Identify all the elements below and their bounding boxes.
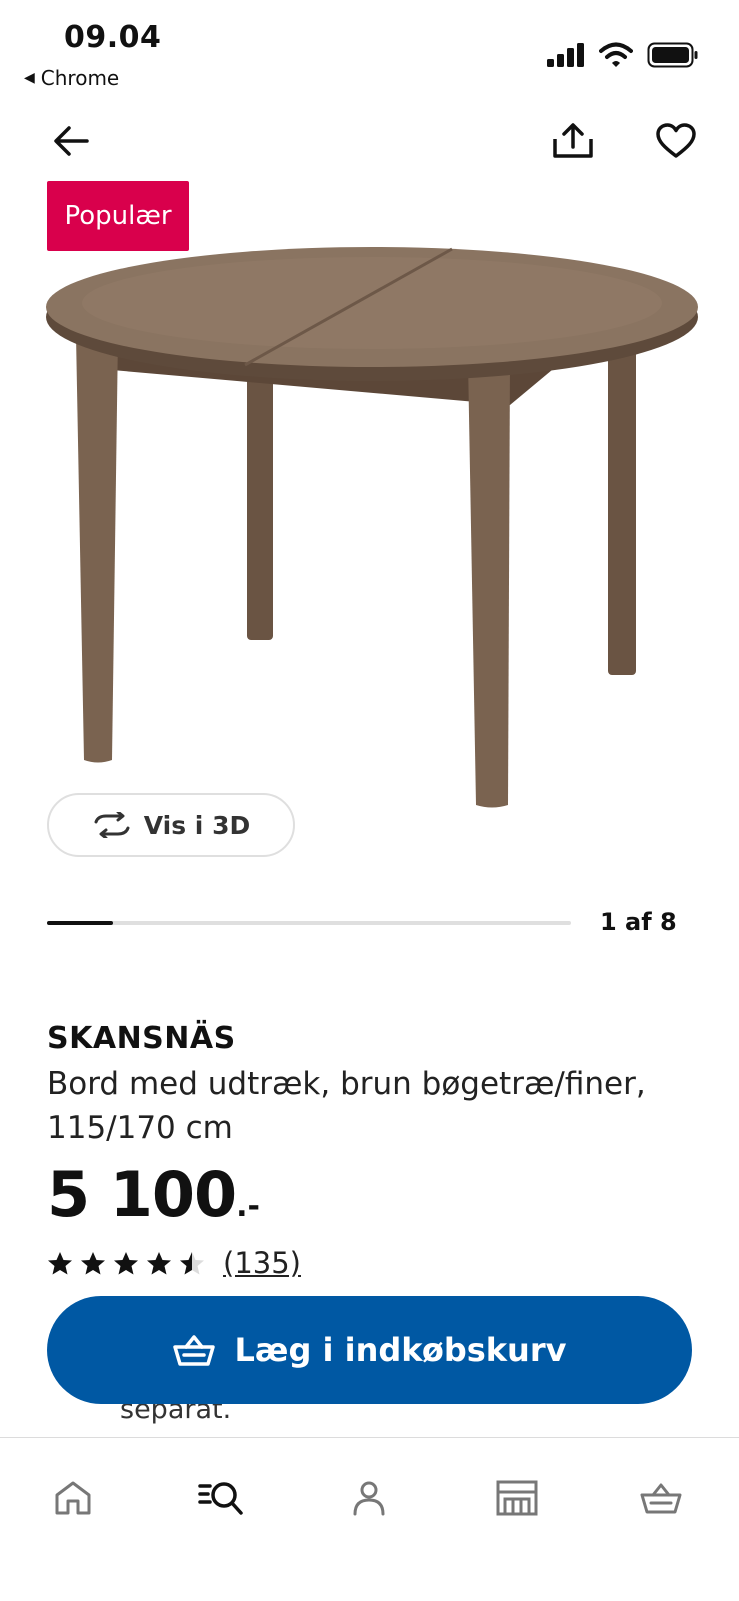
- product-name: SKANSNÄS: [47, 1021, 236, 1056]
- table-leg: [468, 360, 510, 808]
- favorite-button[interactable]: [648, 113, 704, 169]
- nav-store[interactable]: [487, 1468, 547, 1528]
- store-icon: [496, 1480, 538, 1516]
- basket-icon: [172, 1335, 215, 1366]
- add-to-cart-label: Læg i indkøbskurv: [234, 1331, 567, 1369]
- table-leg: [247, 375, 273, 640]
- nav-profile[interactable]: [339, 1468, 399, 1528]
- nav-home[interactable]: [43, 1468, 103, 1528]
- view-3d-button[interactable]: Vis i 3D: [47, 793, 295, 857]
- table-leg: [76, 335, 118, 763]
- progress-fill: [47, 921, 113, 925]
- battery-icon: [647, 42, 698, 68]
- back-triangle-icon: ◀: [24, 70, 35, 86]
- share-button[interactable]: [545, 113, 601, 169]
- product-price: 5 100.-: [47, 1158, 260, 1231]
- product-image[interactable]: [40, 245, 700, 825]
- back-button[interactable]: [43, 113, 99, 169]
- heart-icon: [656, 123, 696, 158]
- home-icon: [55, 1481, 91, 1515]
- price-integer: 5 100: [47, 1158, 237, 1231]
- star-icon: [48, 1251, 72, 1274]
- star-icon: [180, 1251, 204, 1274]
- star-icon: [81, 1251, 105, 1274]
- image-page-indicator: 1 af 8: [600, 908, 677, 936]
- table-leg: [608, 345, 636, 675]
- price-decimals: .-: [236, 1189, 261, 1224]
- popular-badge: Populær: [47, 181, 189, 251]
- product-rating[interactable]: (135): [47, 1246, 301, 1280]
- rating-stars: [47, 1251, 205, 1276]
- add-to-cart-button[interactable]: Læg i indkøbskurv: [47, 1296, 692, 1404]
- review-count-link[interactable]: (135): [223, 1246, 301, 1280]
- profile-icon: [353, 1481, 385, 1516]
- status-time: 09.04: [64, 20, 162, 55]
- rotate-3d-icon: [94, 812, 130, 838]
- wifi-icon: [599, 42, 633, 67]
- share-icon: [553, 123, 593, 158]
- view-3d-label: Vis i 3D: [143, 810, 251, 840]
- bottom-navigation: [0, 1437, 739, 1601]
- arrow-left-icon: [54, 126, 89, 156]
- star-icon: [114, 1251, 138, 1274]
- back-to-app-link[interactable]: ◀ Chrome: [24, 66, 119, 90]
- cellular-signal-icon: [547, 43, 584, 67]
- nav-basket[interactable]: [631, 1468, 691, 1528]
- status-icons: [547, 42, 699, 68]
- image-carousel-progress: [47, 921, 571, 925]
- star-icon: [147, 1251, 171, 1274]
- back-app-label: Chrome: [40, 66, 120, 90]
- search-icon: [198, 1482, 243, 1515]
- nav-search[interactable]: [191, 1468, 251, 1528]
- product-description: Bord med udtræk, brun bøgetræ/finer, 115…: [47, 1066, 646, 1146]
- basket-icon: [640, 1483, 682, 1514]
